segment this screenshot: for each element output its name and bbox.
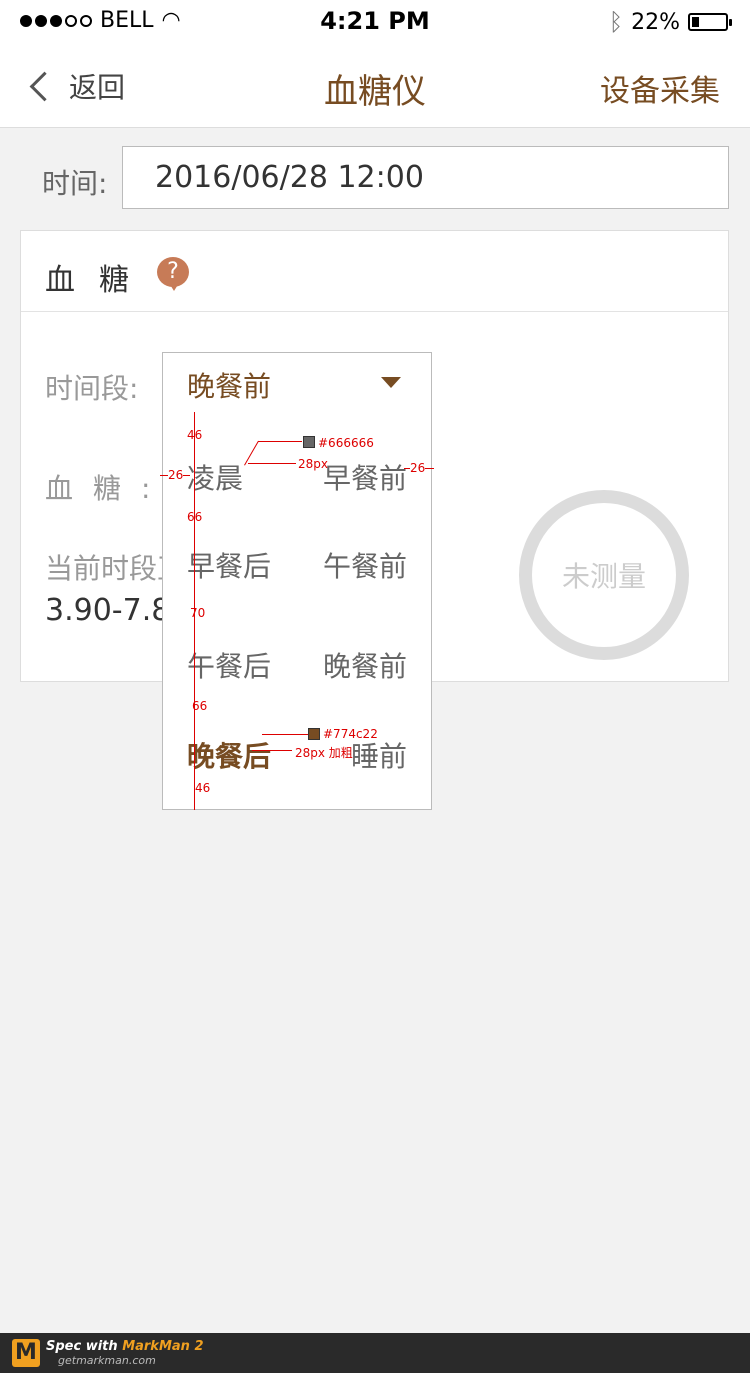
annotation-size-normal: 28px	[298, 457, 328, 471]
dropdown-option[interactable]: 晚餐前	[323, 645, 407, 685]
annotation-gap: 66	[187, 510, 203, 524]
dropdown-option[interactable]: 睡前	[351, 735, 407, 775]
glucose-label: 血糖:	[45, 472, 171, 505]
annotation-pad-left: 26	[168, 468, 184, 482]
device-capture-button[interactable]: 设备采集	[600, 66, 720, 110]
annotation-gap: 66	[192, 699, 208, 713]
annotation-pad-top: 46	[187, 428, 203, 442]
battery-icon	[688, 13, 732, 31]
annotation-pad-bottom: 46	[195, 781, 211, 795]
measurement-status: 未测量	[561, 560, 646, 593]
annotation-pad-right: 26	[410, 461, 426, 475]
markman-footer: M Spec with MarkMan 2 getmarkman.com	[0, 1333, 750, 1373]
markman-site: getmarkman.com	[58, 1354, 156, 1367]
dropdown-option[interactable]: 凌晨	[187, 457, 243, 497]
time-label: 时间:	[42, 167, 108, 200]
period-select-value: 晚餐前	[187, 370, 272, 403]
dropdown-option[interactable]: 早餐后	[187, 545, 271, 585]
annotation-leader-line	[258, 441, 302, 442]
annotation-leader-line	[252, 750, 292, 751]
navigation-bar: 返回 血糖仪 设备采集	[0, 44, 750, 128]
color-swatch-normal	[303, 436, 315, 448]
annotation-leader-line	[262, 734, 308, 735]
annotation-size-selected: 28px 加粗	[295, 746, 353, 760]
markman-logo: M	[12, 1339, 40, 1367]
time-input[interactable]: 2016/06/28 12:00	[122, 146, 729, 209]
dropdown-option[interactable]: 午餐后	[187, 645, 271, 685]
status-bar: BELL ◠ 4:21 PM ᛒ 22%	[0, 0, 750, 44]
measurement-status-ring: 未测量	[519, 490, 689, 660]
caret-down-icon	[381, 377, 401, 388]
period-label: 时间段:	[45, 372, 139, 405]
card-title: 血糖	[45, 263, 153, 298]
battery-percent: 22%	[631, 9, 680, 35]
annotation-leader-line	[248, 463, 296, 464]
status-right: ᛒ 22%	[608, 8, 732, 36]
dropdown-option-selected[interactable]: 晚餐后	[187, 735, 271, 775]
markman-brand: Spec with MarkMan 2	[46, 1339, 204, 1354]
color-swatch-selected	[308, 728, 320, 740]
dropdown-option[interactable]: 早餐前	[323, 457, 407, 497]
annotation-gap: 70	[190, 606, 206, 620]
period-select[interactable]: 晚餐前	[162, 352, 432, 412]
bluetooth-icon: ᛒ	[608, 8, 624, 36]
annotation-color-selected: #774c22	[323, 727, 378, 741]
card-header: 血糖 ?	[21, 231, 728, 312]
dropdown-option[interactable]: 午餐前	[323, 545, 407, 585]
annotation-color-normal: #666666	[318, 436, 374, 450]
help-icon[interactable]: ?	[157, 257, 189, 291]
